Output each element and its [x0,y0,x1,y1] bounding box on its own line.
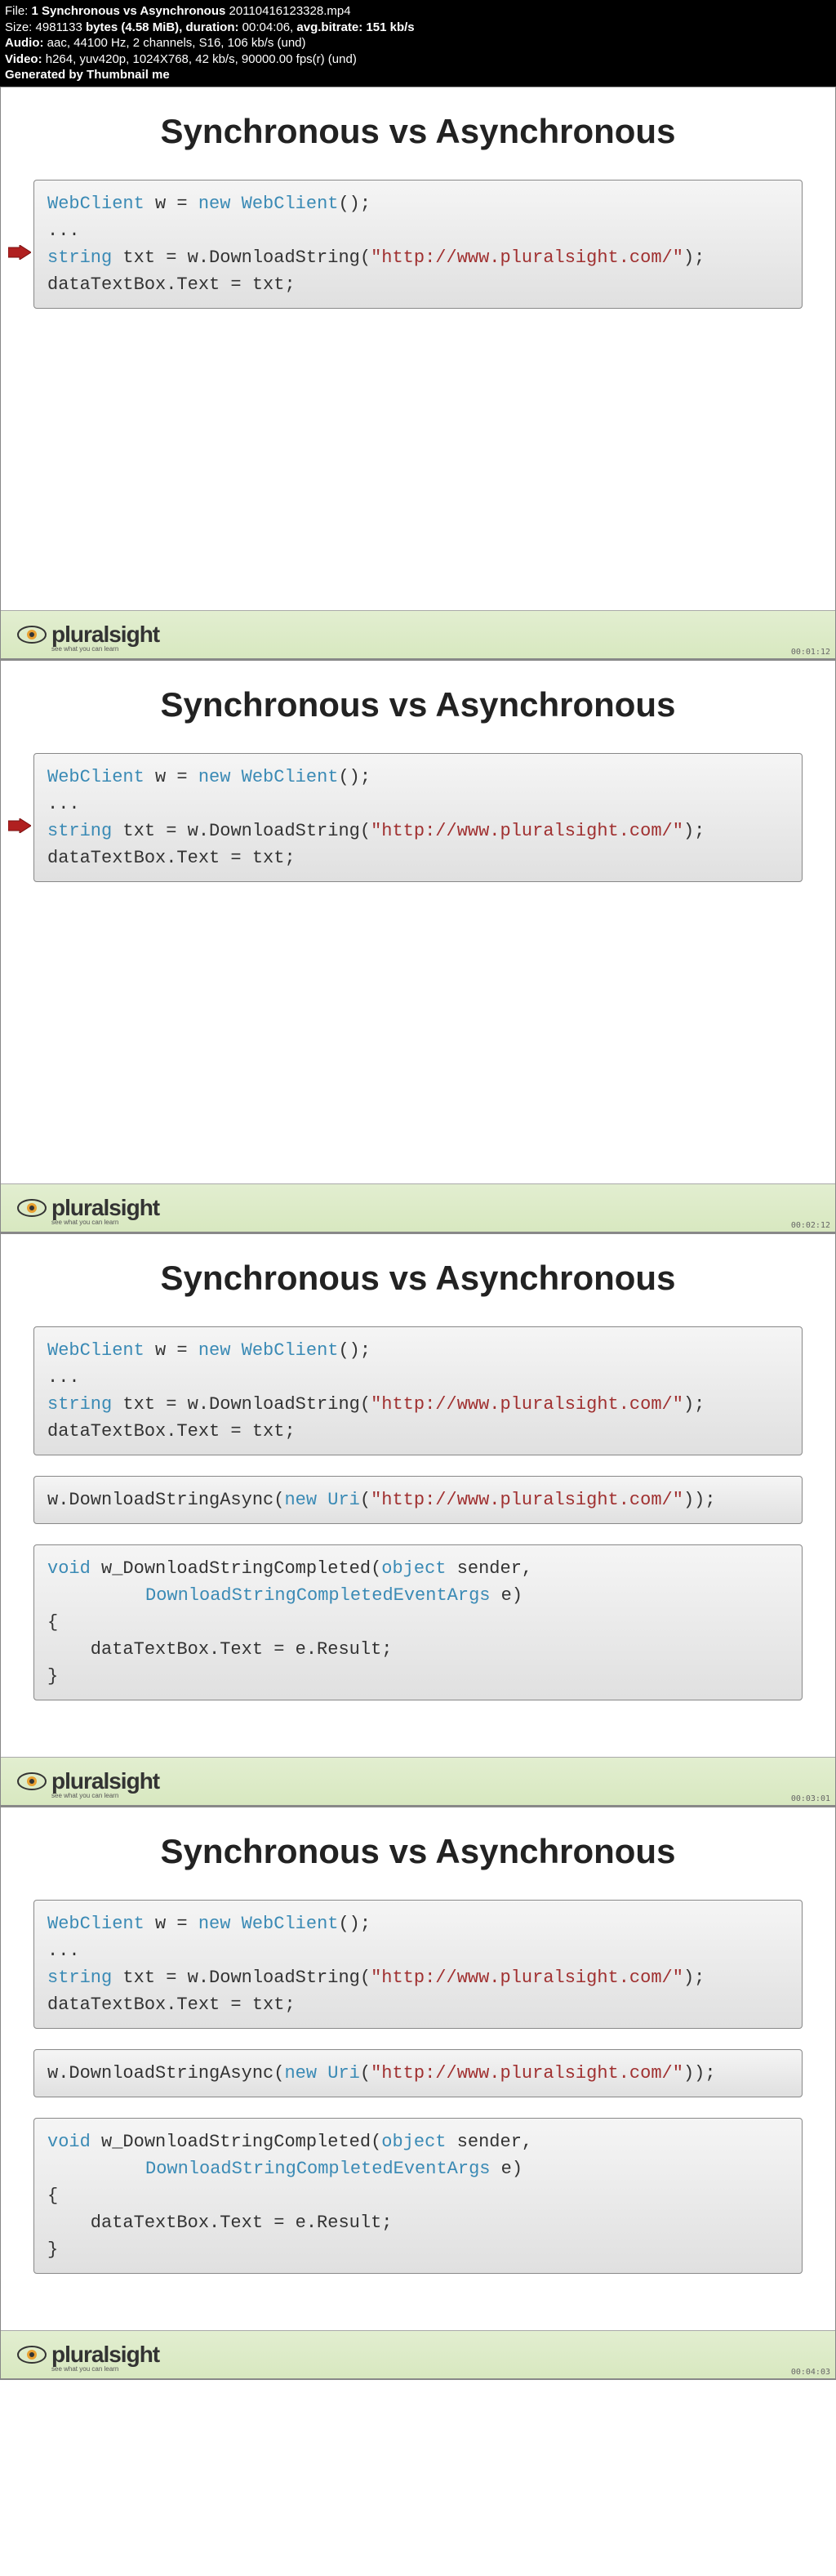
code-callback-block: void w_DownloadStringCompleted(object se… [33,2118,803,2274]
code-sync-block: WebClient w = new WebClient(); ... strin… [33,180,803,309]
file-info-line4: Video: h264, yuv420p, 1024X768, 42 kb/s,… [5,51,831,68]
code-async-call: w.DownloadStringAsync(new Uri("http://ww… [33,2049,803,2097]
slide-1: Synchronous vs Asynchronous WebClient w … [0,87,836,660]
slide-title: Synchronous vs Asynchronous [33,685,803,724]
file-info-line2: Size: 4981133 bytes (4.58 MiB), duration… [5,20,831,36]
code-sync-block: WebClient w = new WebClient(); ... strin… [33,1326,803,1455]
logo-tagline: see what you can learn [51,1219,118,1226]
timestamp: 00:04:03 [791,2368,830,2377]
eye-icon [17,1772,47,1791]
slide-footer: pluralsight see what you can learn 00:02… [1,1183,835,1232]
slide-footer: pluralsight see what you can learn 00:04… [1,2330,835,2379]
logo-tagline: see what you can learn [51,645,118,653]
logo-text: pluralsight [51,1195,159,1221]
slide-3: Synchronous vs Asynchronous WebClient w … [0,1233,836,1807]
logo-text: pluralsight [51,1768,159,1794]
slide-footer: pluralsight see what you can learn 00:01… [1,610,835,659]
pluralsight-logo: pluralsight [17,1768,159,1794]
arrow-icon [8,815,31,830]
eye-icon [17,2345,47,2364]
eye-icon [17,625,47,644]
code-async-call: w.DownloadStringAsync(new Uri("http://ww… [33,1476,803,1524]
timestamp: 00:01:12 [791,648,830,657]
slide-2: Synchronous vs Asynchronous WebClient w … [0,660,836,1233]
pluralsight-logo: pluralsight [17,622,159,648]
file-info-line1: File: 1 Synchronous vs Asynchronous 2011… [5,3,831,20]
file-info-header: File: 1 Synchronous vs Asynchronous 2011… [0,0,836,87]
logo-text: pluralsight [51,2342,159,2368]
timestamp: 00:03:01 [791,1794,830,1803]
logo-tagline: see what you can learn [51,1792,118,1799]
timestamp: 00:02:12 [791,1221,830,1230]
file-info-line3: Audio: aac, 44100 Hz, 2 channels, S16, 1… [5,35,831,51]
slide-title: Synchronous vs Asynchronous [33,1259,803,1298]
file-info-line5: Generated by Thumbnail me [5,67,831,83]
logo-tagline: see what you can learn [51,2365,118,2373]
slide-title: Synchronous vs Asynchronous [33,112,803,151]
logo-text: pluralsight [51,622,159,648]
code-sync-block: WebClient w = new WebClient(); ... strin… [33,1900,803,2029]
slide-title: Synchronous vs Asynchronous [33,1832,803,1871]
arrow-icon [8,242,31,256]
code-sync-block: WebClient w = new WebClient(); ... strin… [33,753,803,882]
eye-icon [17,1198,47,1218]
code-callback-block: void w_DownloadStringCompleted(object se… [33,1544,803,1700]
pluralsight-logo: pluralsight [17,2342,159,2368]
slide-footer: pluralsight see what you can learn 00:03… [1,1757,835,1806]
pluralsight-logo: pluralsight [17,1195,159,1221]
slide-4: Synchronous vs Asynchronous WebClient w … [0,1807,836,2380]
